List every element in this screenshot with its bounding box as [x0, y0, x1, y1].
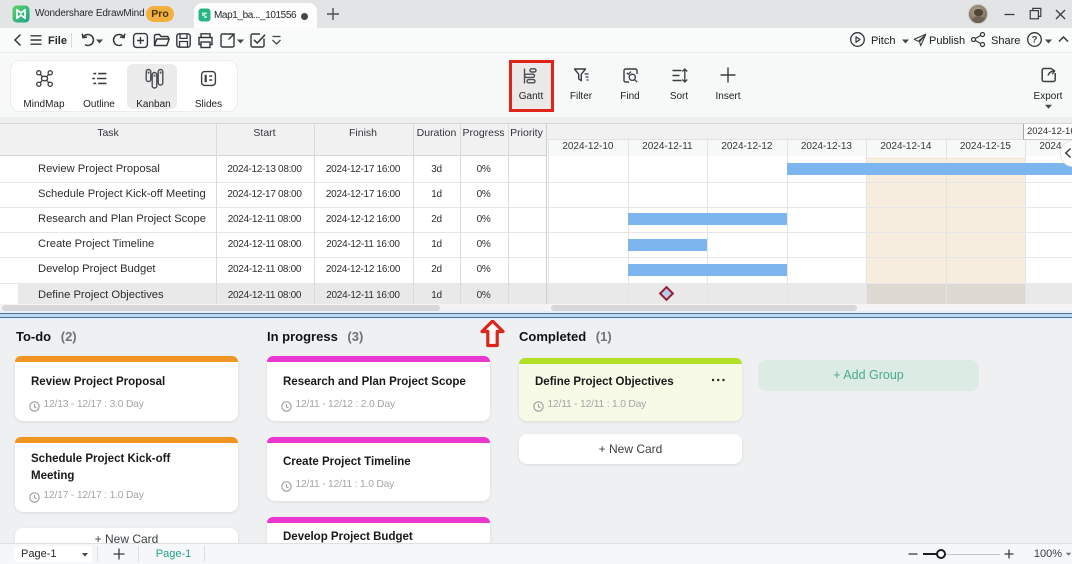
svg-text:?: ? — [1032, 35, 1038, 46]
